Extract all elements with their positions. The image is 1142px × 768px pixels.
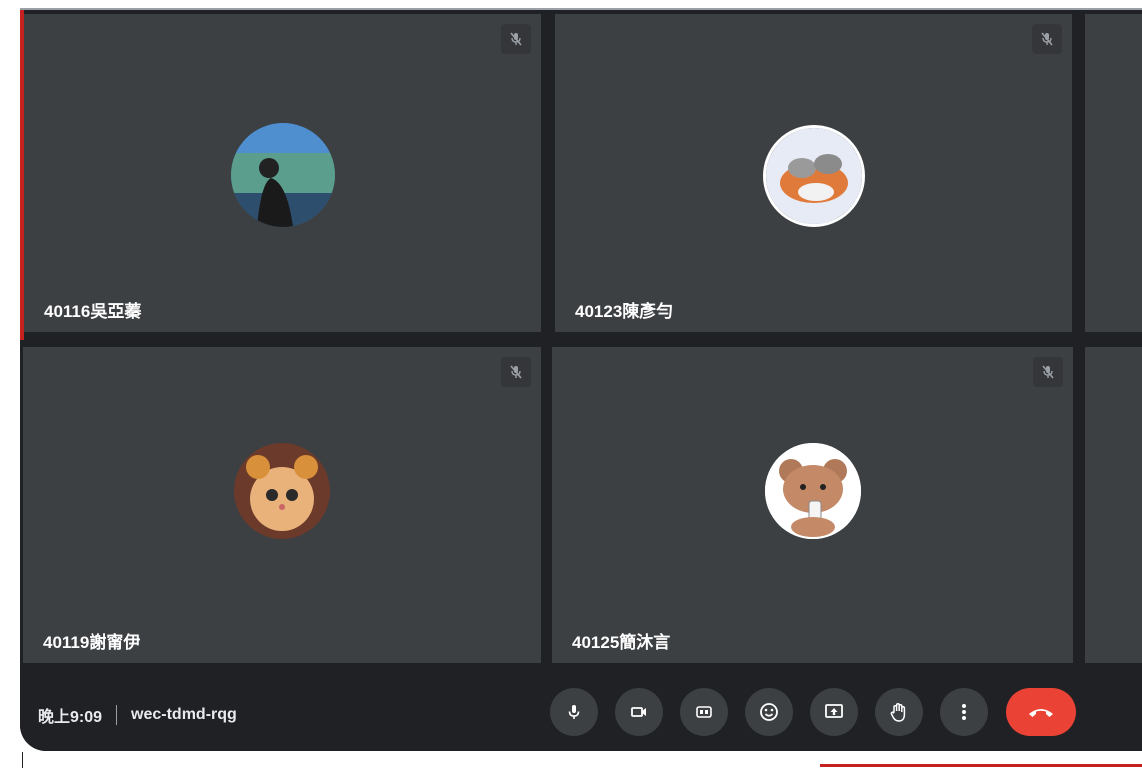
window-left-edge [22, 752, 23, 768]
present-icon[interactable] [810, 688, 858, 736]
current-time: 晚上9:09 [38, 709, 103, 726]
avatar [230, 123, 335, 227]
muted-mic-icon [1033, 357, 1063, 387]
meeting-info: 晚上9:09 wec-tdmd-rqg [38, 703, 237, 727]
muted-mic-icon [1032, 24, 1062, 54]
microphone-icon[interactable] [550, 688, 598, 736]
participant-name: 40125簡沐言 [572, 633, 671, 652]
meeting-control-bar: 晚上9:09 wec-tdmd-rqg [20, 664, 1142, 751]
raise-hand-icon[interactable] [875, 688, 923, 736]
participant-name: 40119謝甯伊 [43, 633, 141, 652]
participant-name: 40123陳彥勻 [575, 302, 674, 321]
window-red-edge-bottom [820, 764, 1142, 767]
participant-tile[interactable]: 40123陳彥勻 [555, 14, 1072, 332]
participant-tile[interactable]: 40119謝甯伊 [23, 347, 541, 663]
divider [116, 705, 118, 725]
participant-tile[interactable]: 40125簡沐言 [552, 347, 1073, 663]
participant-name: 40116吳亞蓁 [44, 302, 142, 321]
camera-icon[interactable] [615, 688, 663, 736]
participant-tile[interactable]: 40116吳亞蓁 [24, 14, 541, 332]
participant-tile-partial[interactable] [1085, 347, 1142, 663]
captions-icon[interactable] [680, 688, 728, 736]
meet-window: 40116吳亞蓁 40123陳彥勻 40119謝甯伊 40125簡沐言 晚上9:… [20, 10, 1142, 751]
participant-tile-partial[interactable] [1085, 14, 1142, 332]
muted-mic-icon [501, 24, 531, 54]
avatar [762, 125, 865, 227]
avatar [764, 443, 861, 539]
end-call-icon[interactable] [1006, 688, 1076, 736]
emoji-icon[interactable] [745, 688, 793, 736]
avatar [234, 443, 330, 539]
meeting-code: wec-tdmd-rqg [131, 706, 237, 723]
more-options-icon[interactable] [940, 688, 988, 736]
muted-mic-icon [501, 357, 531, 387]
